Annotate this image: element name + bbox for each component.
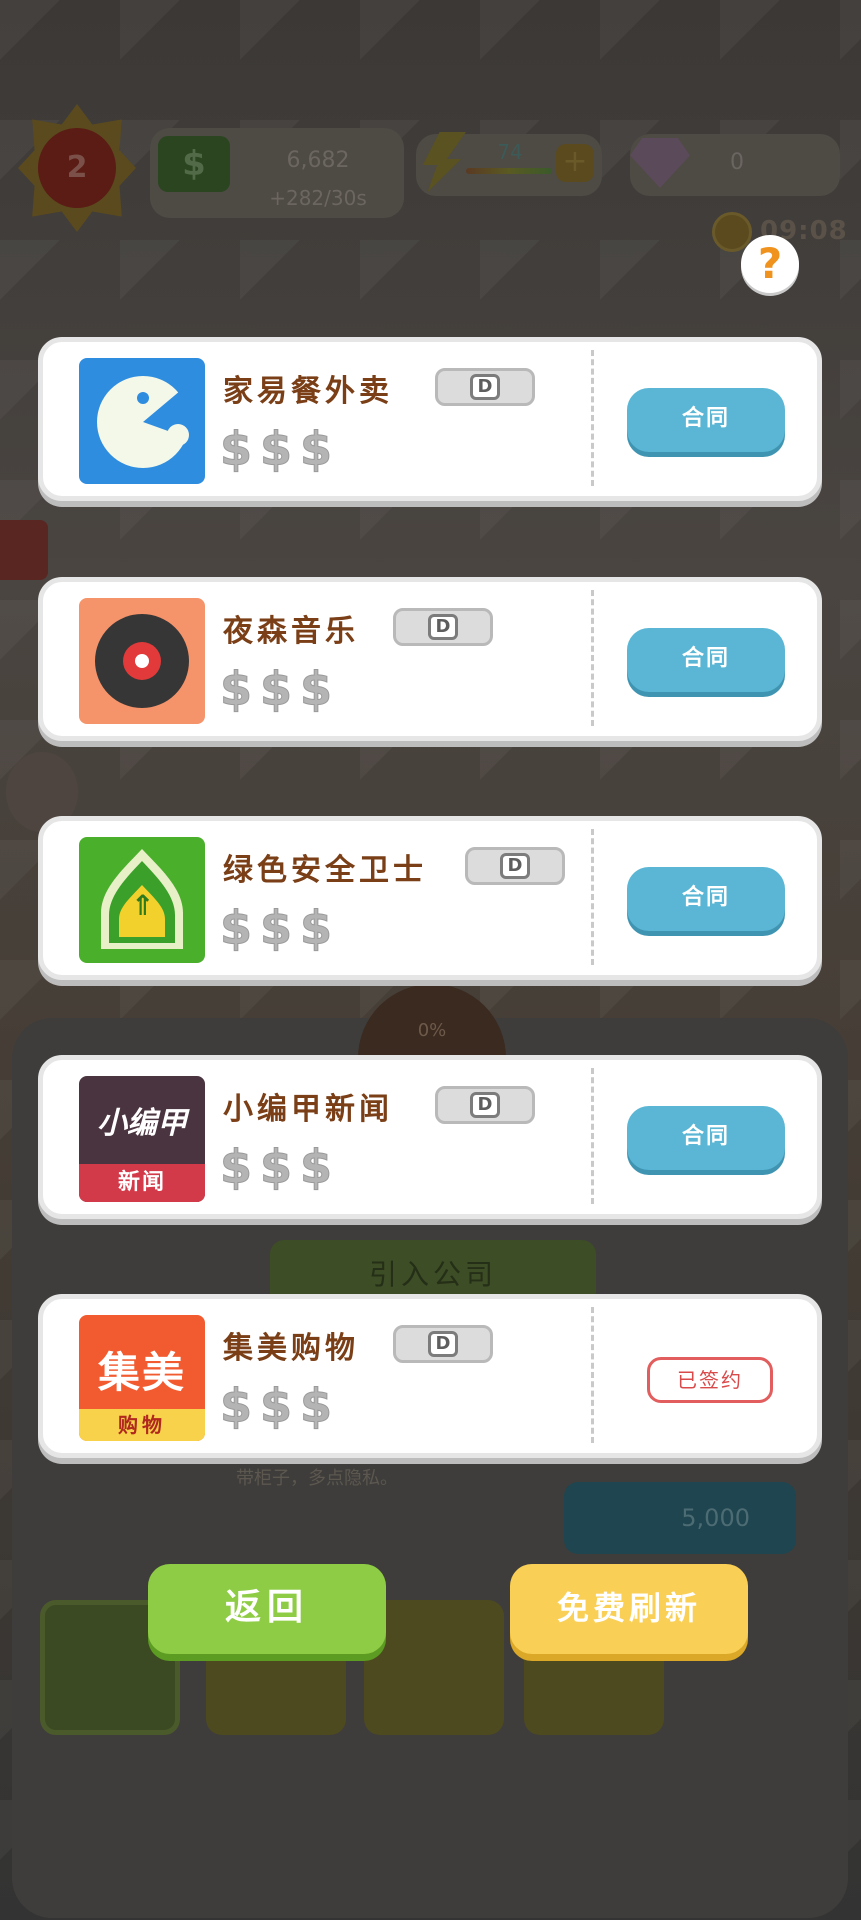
dollar-icon: $ [219,662,252,716]
shield-icon: ⇑ [79,837,205,963]
dashed-divider [591,1307,594,1443]
item-description: 带柜子，多点隐私。 [236,1468,398,1489]
news-logo: 小编甲 新闻 [79,1076,205,1202]
dollar-icon: $ [219,1379,252,1433]
dollar-icon: $ [219,422,252,476]
dashed-divider [591,590,594,726]
logo-text: 集美 [97,1348,186,1397]
grade-badge: D [393,1325,493,1363]
money-rate: +282/30s [269,186,367,210]
energy-bar [466,168,552,174]
dollar-icon: $ [299,1379,332,1433]
dollar-icon: $ [299,1140,332,1194]
contract-button[interactable]: 合同 [627,1106,785,1170]
dollar-icon: $ [219,1140,252,1194]
grade-letter: D [500,853,530,879]
help-button[interactable]: ? [741,235,799,293]
grade-letter: D [470,374,500,400]
company-name: 夜森音乐 [223,614,359,649]
back-button[interactable]: 返回 [148,1564,386,1654]
income-rating: $ $ $ [219,901,333,955]
company-name: 绿色安全卫士 [223,853,427,888]
signed-badge: 已签约 [647,1357,773,1403]
money-icon: $ [158,136,230,192]
logo-text: 购物 [79,1409,205,1441]
dollar-icon: $ [299,662,332,716]
dollar-icon: $ [259,662,292,716]
grade-letter: D [470,1092,500,1118]
add-energy-button: + [556,144,594,182]
dollar-icon: $ [219,901,252,955]
company-name: 小编甲新闻 [223,1092,393,1127]
contract-card: 小编甲 新闻 小编甲新闻 D $ $ $ 合同 [38,1055,822,1219]
item-price: 5,000 [564,1482,796,1554]
money-value: 6,682 [286,148,350,173]
grade-badge: D [465,847,565,885]
company-name: 家易餐外卖 [223,374,393,409]
income-rating: $ $ $ [219,662,333,716]
logo-text: 小编甲 [97,1106,187,1141]
grade-badge: D [393,608,493,646]
grade-letter: D [428,614,458,640]
grade-badge: D [435,368,535,406]
contract-button[interactable]: 合同 [627,867,785,931]
dollar-icon: $ [259,901,292,955]
contract-card: 夜森音乐 D $ $ $ 合同 [38,577,822,741]
income-rating: $ $ $ [219,1140,333,1194]
contract-card: 家易餐外卖 D $ $ $ 合同 [38,337,822,501]
dollar-icon: $ [259,1140,292,1194]
side-tag [0,520,48,580]
contract-button[interactable]: 合同 [627,388,785,452]
shop-logo: 集美 购物 [79,1315,205,1441]
contract-card: ⇑ 绿色安全卫士 D $ $ $ 合同 [38,816,822,980]
grade-letter: D [428,1331,458,1357]
dashed-divider [591,829,594,965]
income-rating: $ $ $ [219,1379,333,1433]
gem-value: 0 [730,150,744,175]
dollar-icon: $ [259,422,292,476]
level-value: 2 [38,128,116,208]
pacman-icon [79,358,205,484]
contract-button[interactable]: 合同 [627,628,785,692]
dashed-divider [591,350,594,486]
energy-value: 74 [497,140,523,164]
dollar-icon: $ [299,422,332,476]
dashed-divider [591,1068,594,1204]
vinyl-record-icon [79,598,205,724]
income-rating: $ $ $ [219,422,333,476]
logo-text: 新闻 [79,1164,205,1202]
dollar-icon: $ [259,1379,292,1433]
grade-badge: D [435,1086,535,1124]
contract-card: 集美 购物 集美购物 D $ $ $ 已签约 [38,1294,822,1458]
company-name: 集美购物 [223,1331,359,1366]
dollar-icon: $ [299,901,332,955]
free-refresh-button[interactable]: 免费刷新 [510,1564,748,1654]
